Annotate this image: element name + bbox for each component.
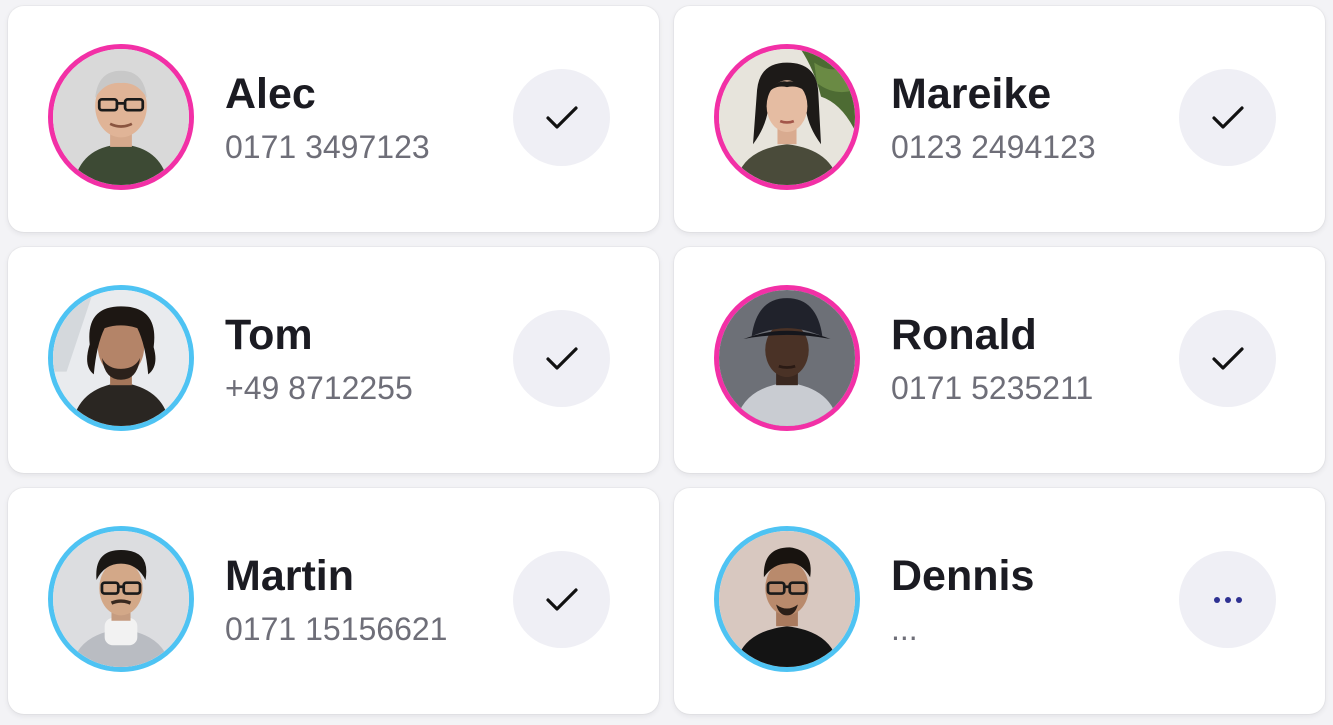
contact-info: Martin 0171 15156621: [225, 550, 447, 649]
contact-card-mareike[interactable]: Mareike 0123 2494123: [674, 6, 1325, 232]
check-icon: [1211, 346, 1244, 370]
confirm-button[interactable]: [1179, 69, 1276, 166]
avatar: [48, 285, 194, 431]
confirm-button[interactable]: [513, 310, 610, 407]
contact-name: Martin: [225, 552, 354, 600]
more-dots-icon: [1213, 596, 1242, 603]
confirm-button[interactable]: [1179, 310, 1276, 407]
contact-card-tom[interactable]: Tom +49 8712255: [8, 247, 659, 473]
contact-info: Tom +49 8712255: [225, 309, 413, 408]
avatar: [714, 44, 860, 190]
check-icon: [545, 587, 578, 611]
contact-phone: 0171 5235211: [891, 370, 1094, 406]
contact-card-ronald[interactable]: Ronald 0171 5235211: [674, 247, 1325, 473]
contact-name: Mareike: [891, 70, 1052, 118]
check-icon: [545, 346, 578, 370]
contact-phone: 0123 2494123: [891, 129, 1096, 165]
contact-card-dennis[interactable]: Dennis ...: [674, 488, 1325, 714]
avatar-photo-alec: [53, 49, 189, 185]
avatar: [714, 526, 860, 672]
confirm-button[interactable]: [513, 551, 610, 648]
contact-card-martin[interactable]: Martin 0171 15156621: [8, 488, 659, 714]
avatar-photo-ronald: [719, 290, 855, 426]
more-options-button[interactable]: [1179, 551, 1276, 648]
contact-name: Tom: [225, 311, 313, 359]
contact-name: Alec: [225, 70, 316, 118]
contact-info: Mareike 0123 2494123: [891, 68, 1096, 167]
contact-grid: Alec 0171 3497123 Mareike 0123 2494123 T…: [8, 6, 1325, 714]
contact-name: Dennis: [891, 552, 1035, 600]
contact-info: Dennis ...: [891, 550, 1034, 649]
check-icon: [1211, 105, 1244, 129]
avatar-photo-martin: [53, 531, 189, 667]
contact-info: Alec 0171 3497123: [225, 68, 430, 167]
contact-phone: 0171 3497123: [225, 129, 430, 165]
avatar-photo-dennis: [719, 531, 855, 667]
avatar-photo-tom: [53, 290, 189, 426]
check-icon: [545, 105, 578, 129]
avatar: [48, 44, 194, 190]
contact-name: Ronald: [891, 311, 1037, 359]
confirm-button[interactable]: [513, 69, 610, 166]
avatar: [714, 285, 860, 431]
contact-info: Ronald 0171 5235211: [891, 309, 1093, 408]
contact-card-alec[interactable]: Alec 0171 3497123: [8, 6, 659, 232]
avatar: [48, 526, 194, 672]
contact-phone: +49 8712255: [225, 370, 413, 406]
avatar-photo-mareike: [719, 49, 855, 185]
contact-phone: ...: [891, 611, 918, 647]
contact-phone: 0171 15156621: [225, 611, 448, 647]
